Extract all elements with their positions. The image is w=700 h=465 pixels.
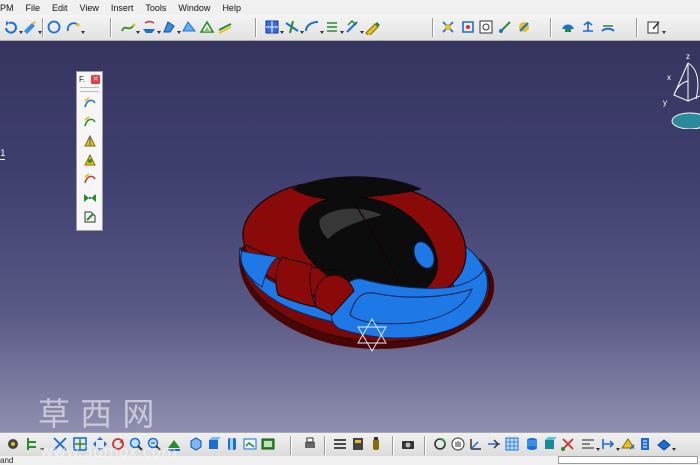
arc-icon[interactable] <box>65 19 85 35</box>
spline-icon[interactable] <box>120 19 140 35</box>
surface-tool-5-icon[interactable] <box>81 170 98 187</box>
catalog-icon[interactable] <box>350 436 366 452</box>
render-icon[interactable] <box>560 19 576 35</box>
circle-icon[interactable] <box>46 19 62 35</box>
grid-icon[interactable] <box>264 19 284 35</box>
tree-icon[interactable] <box>24 436 44 452</box>
annotation-icon[interactable] <box>620 436 636 452</box>
surface-tool-7-icon[interactable] <box>81 208 98 225</box>
shading-mode-icon[interactable] <box>224 436 240 452</box>
close-icon[interactable]: ✕ <box>91 74 100 84</box>
3d-viewport[interactable]: 1 F. ✕ z x y <box>0 41 700 432</box>
snap-icon[interactable] <box>460 19 476 35</box>
axis-icon[interactable] <box>468 436 484 452</box>
hide-show-icon[interactable] <box>242 436 258 452</box>
constraint-icon[interactable] <box>580 436 600 452</box>
database-icon[interactable] <box>524 436 540 452</box>
menu-tools[interactable]: Tools <box>139 3 172 13</box>
top-toolbar <box>0 15 700 41</box>
surface-tool-4-icon[interactable] <box>81 151 98 168</box>
offset-icon[interactable] <box>199 19 215 35</box>
menu-window[interactable]: Window <box>172 3 216 13</box>
iso-view-icon[interactable] <box>188 436 204 452</box>
floating-toolbar-name: F. <box>79 74 86 84</box>
swap-space-icon[interactable] <box>260 436 276 452</box>
compass-axis-y: y <box>663 98 667 107</box>
blend-icon[interactable] <box>217 19 233 35</box>
rotate-surface-icon[interactable] <box>344 19 364 35</box>
menu-bar: PM File Edit View Insert Tools Window He… <box>0 0 700 16</box>
normal-view-icon[interactable] <box>166 436 182 452</box>
edit-icon[interactable] <box>646 19 666 35</box>
surface-tool-1-icon[interactable] <box>81 94 98 111</box>
trim-icon[interactable] <box>284 19 304 35</box>
grid-table-icon[interactable] <box>504 436 520 452</box>
frame-icon[interactable] <box>478 19 494 35</box>
move-icon[interactable] <box>92 436 108 452</box>
menu-view[interactable]: View <box>74 3 105 13</box>
surface-tool-2-icon[interactable] <box>81 113 98 130</box>
menu-edit[interactable]: Edit <box>46 3 74 13</box>
status-bar: and <box>0 456 700 465</box>
floating-toolbar-title[interactable]: F. ✕ <box>77 72 102 86</box>
translate-icon[interactable] <box>324 19 344 35</box>
menu-help[interactable]: Help <box>216 3 247 13</box>
dimension-icon[interactable] <box>600 436 620 452</box>
analysis-icon[interactable] <box>516 19 532 35</box>
zoom-out-icon[interactable] <box>146 436 162 452</box>
print-icon[interactable] <box>302 436 318 452</box>
menu-pm[interactable]: PM <box>0 3 20 13</box>
shading-icon[interactable] <box>580 19 596 35</box>
compass-axis-x: x <box>667 73 671 82</box>
box-icon[interactable] <box>542 436 558 452</box>
pan-icon[interactable] <box>22 19 42 35</box>
command-input[interactable] <box>558 456 698 464</box>
measure-icon[interactable] <box>497 19 513 35</box>
spec-tree-label[interactable]: 1 <box>0 149 6 160</box>
pan-view-icon[interactable] <box>72 436 88 452</box>
fly-mode-icon[interactable] <box>5 436 21 452</box>
bottom-toolbar <box>0 432 700 456</box>
cut-icon[interactable] <box>560 436 576 452</box>
floating-toolbar: F. ✕ <box>76 71 103 231</box>
zoom-in-icon[interactable] <box>128 436 144 452</box>
fit-all-icon[interactable] <box>52 436 68 452</box>
drag-grip[interactable] <box>80 87 99 92</box>
menu-file[interactable]: File <box>20 3 47 13</box>
tangency-icon[interactable] <box>486 436 502 452</box>
list-icon[interactable] <box>332 436 348 452</box>
compass-axis-z: z <box>686 52 690 61</box>
sweep-icon[interactable] <box>141 19 161 35</box>
surface-tool-6-icon[interactable] <box>81 189 98 206</box>
view-cube-icon[interactable] <box>206 436 222 452</box>
extrude-icon[interactable] <box>161 19 181 35</box>
wireframe-icon[interactable] <box>440 19 456 35</box>
camera-icon[interactable] <box>400 436 416 452</box>
bottle-icon[interactable] <box>368 436 384 452</box>
mouse-3d-model[interactable] <box>232 159 500 359</box>
surface-tool-3-icon[interactable] <box>81 132 98 149</box>
surface-icon[interactable] <box>181 19 197 35</box>
status-text: and <box>0 456 14 465</box>
compass-icon[interactable]: z x y <box>658 49 700 129</box>
rotate-icon[interactable] <box>3 19 23 35</box>
properties-icon[interactable] <box>638 436 654 452</box>
layer-icon[interactable] <box>656 436 676 452</box>
fillet-icon[interactable] <box>304 19 324 35</box>
hand-icon[interactable] <box>450 436 466 452</box>
lighting-icon[interactable] <box>600 19 616 35</box>
rotate-view-icon[interactable] <box>110 436 126 452</box>
sketch-icon[interactable] <box>364 19 380 35</box>
menu-insert[interactable]: Insert <box>105 3 140 13</box>
orbit-icon[interactable] <box>432 436 448 452</box>
